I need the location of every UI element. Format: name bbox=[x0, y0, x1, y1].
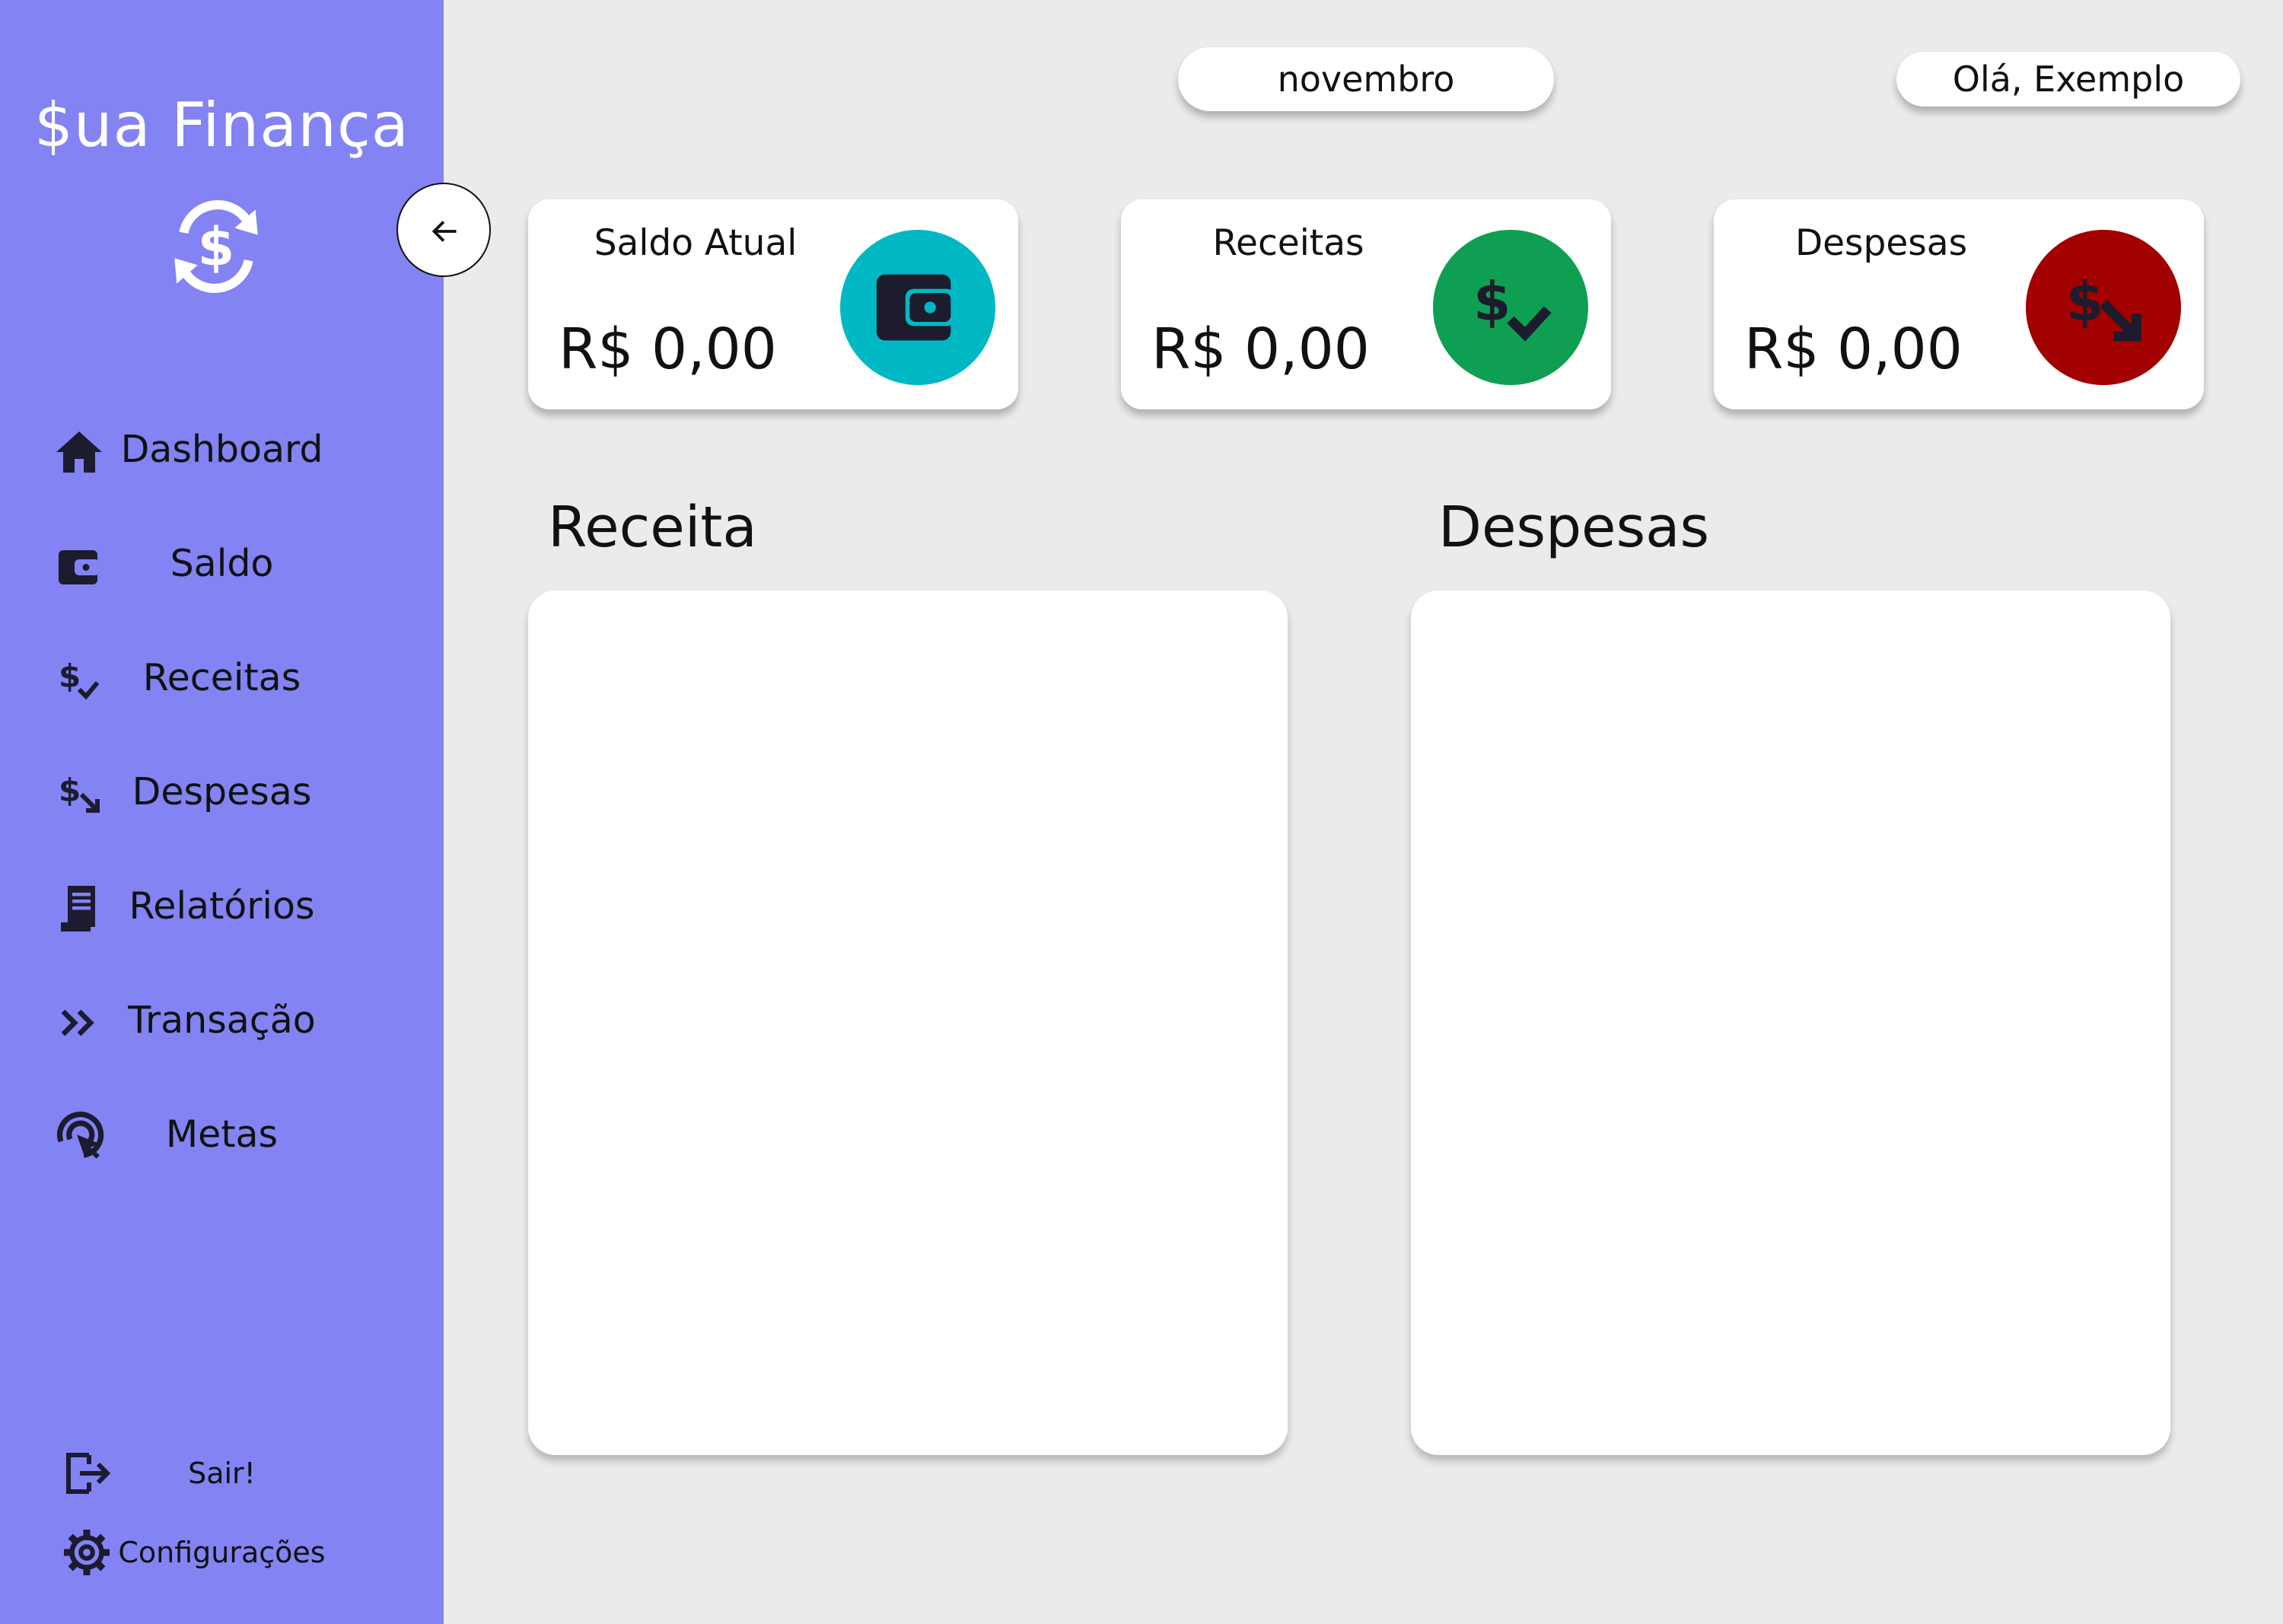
sidebar-item-label: Transação bbox=[128, 998, 316, 1042]
sidebar-item-dashboard[interactable]: Dashboard bbox=[0, 411, 444, 487]
panel-title-receita: Receita bbox=[548, 495, 757, 560]
collapse-sidebar-button[interactable] bbox=[396, 183, 491, 277]
card-value: R$ 0,00 bbox=[1151, 317, 1370, 382]
card-badge bbox=[840, 230, 995, 385]
sidebar-item-relatorios[interactable]: Relatórios bbox=[0, 868, 444, 944]
sidebar-item-metas[interactable]: Metas bbox=[0, 1096, 444, 1172]
currency-exchange-icon: $ bbox=[174, 200, 258, 293]
sidebar-item-transacao[interactable]: Transação bbox=[0, 982, 444, 1058]
sidebar-item-label: Metas bbox=[165, 1113, 279, 1156]
sidebar-item-saldo[interactable]: Saldo bbox=[0, 525, 444, 601]
card-title: Saldo Atual bbox=[594, 222, 798, 264]
settings-button[interactable]: Configurações bbox=[0, 1517, 444, 1586]
sidebar-item-receitas[interactable]: $ Receitas bbox=[0, 639, 444, 715]
sidebar-item-label: Relatórios bbox=[129, 884, 315, 928]
logout-button[interactable]: Sair! bbox=[0, 1438, 444, 1507]
card-title: Despesas bbox=[1794, 222, 1968, 264]
svg-text:$: $ bbox=[1473, 270, 1511, 333]
sidebar: $ua Finança $ Dashboard Saldo $ Receitas… bbox=[0, 0, 444, 1624]
sidebar-item-label: Saldo bbox=[170, 542, 274, 585]
card-receitas: Receitas R$ 0,00 $ bbox=[1121, 199, 1611, 409]
arrow-left-icon bbox=[431, 221, 457, 242]
panel-title-despesas: Despesas bbox=[1438, 495, 1710, 560]
logout-label: Sair! bbox=[188, 1457, 256, 1490]
month-selector[interactable]: novembro bbox=[1178, 47, 1554, 111]
despesas-panel bbox=[1411, 591, 2170, 1455]
card-value: R$ 0,00 bbox=[1744, 317, 1963, 382]
sidebar-item-label: Dashboard bbox=[120, 428, 323, 471]
card-saldo-atual: Saldo Atual R$ 0,00 bbox=[528, 199, 1018, 409]
card-value: R$ 0,00 bbox=[559, 317, 777, 382]
sidebar-item-despesas[interactable]: $ Despesas bbox=[0, 753, 444, 830]
sidebar-item-label: Despesas bbox=[132, 770, 312, 814]
sidebar-item-label: Receitas bbox=[142, 656, 301, 699]
settings-label: Configurações bbox=[118, 1536, 326, 1569]
svg-text:$: $ bbox=[2066, 270, 2103, 333]
brand-title: $ua Finança bbox=[34, 90, 409, 161]
svg-text:$: $ bbox=[198, 216, 235, 278]
dollar-down-icon: $ bbox=[2066, 270, 2141, 342]
card-badge: $ bbox=[2026, 230, 2181, 385]
wallet-icon bbox=[876, 274, 955, 341]
card-title: Receitas bbox=[1212, 222, 1364, 264]
receita-panel bbox=[528, 591, 1288, 1455]
dollar-check-icon: $ bbox=[1473, 270, 1552, 342]
card-badge: $ bbox=[1433, 230, 1588, 385]
user-greeting[interactable]: Olá, Exemplo bbox=[1896, 52, 2240, 107]
card-despesas: Despesas R$ 0,00 $ bbox=[1714, 199, 2204, 409]
